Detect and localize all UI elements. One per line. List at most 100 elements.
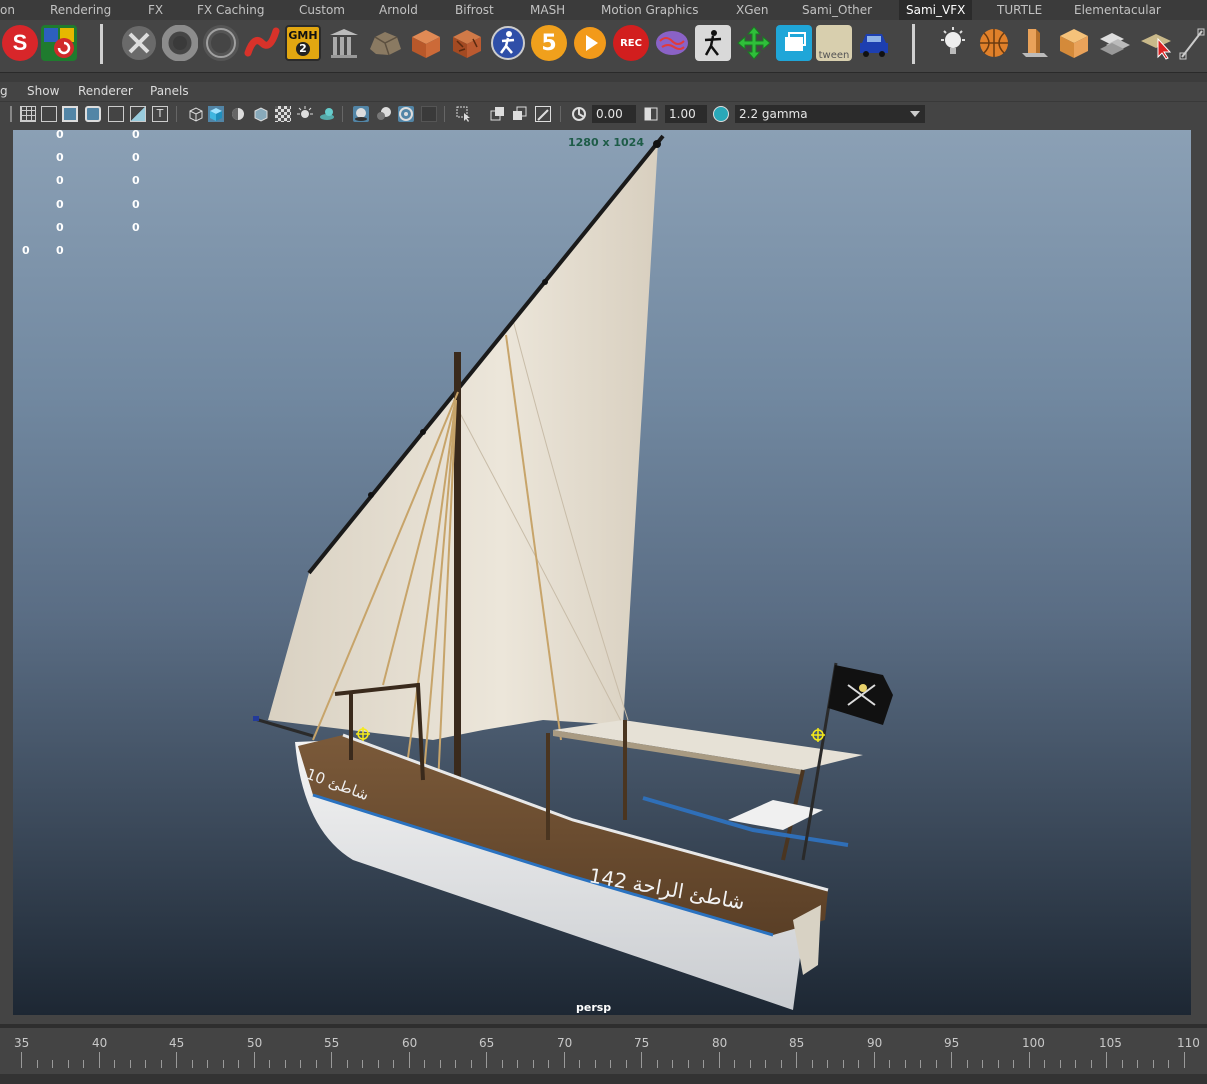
record-label: REC [620,37,642,49]
timeline-tick [269,1060,270,1068]
lights-icon[interactable] [297,106,313,122]
smooth-shade-icon[interactable] [208,106,224,122]
frame-label: 100 [1022,1036,1045,1050]
torus-icon[interactable] [162,25,198,61]
shadows-icon[interactable] [319,106,335,122]
gamma-field[interactable]: 1.00 [665,105,707,123]
tab-sami-other[interactable]: Sami_Other [802,0,872,20]
tab-arnold[interactable]: Arnold [379,0,418,20]
motion-blur-icon[interactable] [376,106,392,122]
timeline-tick [455,1060,456,1068]
field-chart-icon[interactable] [108,106,124,122]
shelf-separator [912,24,915,64]
xray-joints-icon[interactable] [535,106,551,122]
timeline-tick [842,1060,844,1068]
window-icon[interactable] [776,25,812,61]
tab-fx[interactable]: FX [148,0,163,20]
tiles-icon[interactable] [1097,25,1133,61]
wireframe-cube-icon[interactable] [188,106,204,122]
timeline-tick [749,1060,751,1068]
timeline-tick [98,1052,100,1068]
box-stack-icon[interactable] [1016,25,1052,61]
substance-icon[interactable]: S [2,25,38,61]
car-icon[interactable] [856,25,892,61]
move-arrows-icon[interactable] [736,25,772,61]
tab-bifrost[interactable]: Bifrost [455,0,494,20]
gamma-icon[interactable] [643,106,659,122]
package-icon[interactable] [1056,25,1092,61]
timeline-tick [780,1060,782,1068]
tab-fx-caching[interactable]: FX Caching [197,0,264,20]
refresh-icon[interactable] [41,25,77,61]
color-space-select[interactable]: 2.2 gamma [735,105,905,123]
tween-icon[interactable]: tween [816,25,852,61]
tab-elementacular[interactable]: Elementacular [1074,0,1161,20]
screen-ao-icon[interactable] [353,106,369,122]
gate-mask-icon[interactable] [85,106,101,122]
rock-icon[interactable] [367,25,403,61]
timeline-tick [501,1060,503,1068]
brain-icon[interactable] [654,25,690,61]
time-slider[interactable]: 35 40 45 50 55 60 65 70 75 80 85 90 95 1… [0,1024,1207,1084]
stickman-icon[interactable] [695,25,731,61]
pencil-icon[interactable] [1178,25,1206,61]
checker-icon[interactable] [275,106,291,122]
xray-active-icon[interactable] [512,106,528,122]
column-icon[interactable] [326,25,362,61]
timeline-tick [222,1060,224,1068]
exposure-icon[interactable] [571,106,587,122]
map-cursor-icon[interactable] [1138,25,1174,61]
safe-title-icon[interactable]: T [152,106,168,122]
tab-xgen[interactable]: XGen [736,0,769,20]
viewport[interactable]: 1280 x 1024 0 0 0 0 0 0 0 0 0 0 0 0 10 ش… [13,130,1191,1015]
tab-rendering[interactable]: Rendering [50,0,111,20]
shatter-icon[interactable] [449,25,485,61]
antialias-icon[interactable] [398,106,414,122]
timeline-tick [160,1060,162,1068]
safe-action-icon[interactable] [130,106,146,122]
tab-custom[interactable]: Custom [299,0,345,20]
timeline-tick [1106,1052,1107,1068]
basketball-icon[interactable] [976,25,1012,61]
tab-sami-vfx[interactable]: Sami_VFX [899,0,973,20]
film-gate-icon[interactable] [41,106,57,122]
isolate-select-icon[interactable] [456,106,472,122]
color-management-icon[interactable] [713,106,729,122]
exposure-field[interactable]: 0.00 [592,105,636,123]
resolution-gate-icon[interactable] [62,106,78,122]
ring-icon[interactable] [203,25,239,61]
play-icon[interactable] [572,25,608,61]
menu-shading[interactable]: g [0,82,8,101]
frame-label: 105 [1099,1036,1122,1050]
curve-tube-icon[interactable] [244,25,280,61]
character-run-icon[interactable] [490,25,526,61]
tools-icon[interactable] [121,25,157,61]
tab-animation[interactable]: on [0,0,15,20]
menu-show[interactable]: Show [27,82,59,101]
color-space-dropdown[interactable] [905,105,925,123]
brick-cube-icon[interactable] [408,25,444,61]
textured-icon[interactable] [253,106,269,122]
range-slider[interactable] [0,1074,1207,1084]
toolbar-separator [342,106,343,122]
tab-mash[interactable]: MASH [530,0,565,20]
tab-motion-graphics[interactable]: Motion Graphics [601,0,699,20]
menu-panels[interactable]: Panels [150,82,189,101]
frame-label: 110 [1177,1036,1200,1050]
timeline-tick [284,1060,286,1068]
default-material-icon[interactable] [230,106,246,122]
light-bulb-icon[interactable] [935,25,971,61]
timeline-tick [331,1052,332,1068]
grid-icon[interactable] [20,106,36,122]
five-icon[interactable]: 5 [531,25,567,61]
dof-icon[interactable] [421,106,437,122]
tab-turtle[interactable]: TURTLE [997,0,1042,20]
timeline-tick [207,1060,208,1068]
timeline-tick [486,1052,487,1068]
xray-icon[interactable] [490,106,506,122]
gmh-icon[interactable]: GMH 2 [285,25,321,61]
record-icon[interactable]: REC [613,25,649,61]
menu-renderer[interactable]: Renderer [78,82,133,101]
timeline-tick [36,1060,38,1068]
timeline-tick [966,1060,968,1068]
